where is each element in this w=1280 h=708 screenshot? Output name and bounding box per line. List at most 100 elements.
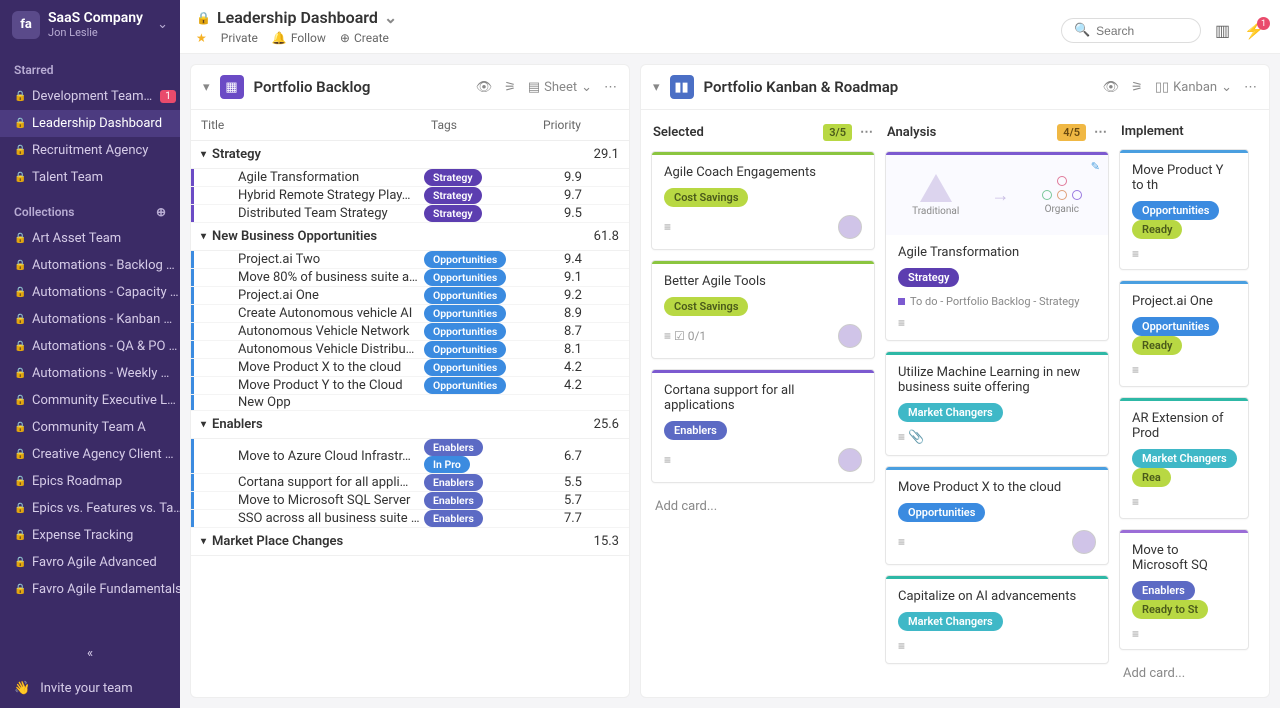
board-title[interactable]: Portfolio Kanban & Roadmap (704, 78, 1093, 96)
row-priority: 7.7 (524, 511, 594, 526)
sidebar-item-label: Automations - Weekly … (32, 366, 169, 381)
column-header[interactable]: Selected3/5⋯ (651, 120, 875, 151)
sidebar-item[interactable]: 🔒Expense Tracking (0, 522, 180, 549)
swimlane-header[interactable]: ▾Enablers25.6 (191, 411, 629, 439)
avatar[interactable] (838, 448, 862, 472)
chevron-down-icon[interactable]: ⌄ (384, 8, 397, 27)
column-header[interactable]: Implement (1119, 120, 1249, 149)
table-row[interactable]: Move to Microsoft SQL ServerEnablers5.7 (191, 492, 629, 510)
panel-icon[interactable]: ▥ (1215, 21, 1230, 40)
eye-icon[interactable]: 👁 (476, 80, 493, 95)
board-title[interactable]: Portfolio Backlog (254, 78, 466, 96)
sidebar-item[interactable]: 🔒Art Asset Team (0, 225, 180, 252)
kanban-card[interactable]: Agile Coach EngagementsCost Savings≡ (651, 151, 875, 250)
kanban-card[interactable]: Better Agile ToolsCost Savings≡ ☑ 0/1 (651, 260, 875, 359)
add-collection-icon[interactable]: ⊕ (156, 205, 166, 219)
search-input[interactable]: 🔍 (1061, 18, 1201, 43)
sidebar-item[interactable]: 🔒Favro Agile Advanced (0, 549, 180, 576)
kanban-card[interactable]: Cortana support for all applicationsEnab… (651, 369, 875, 483)
sidebar-item[interactable]: 🔒Automations - QA & PO … (0, 333, 180, 360)
table-row[interactable]: Hybrid Remote Strategy Play…Strategy9.7 (191, 187, 629, 205)
sidebar-item[interactable]: 🔒Epics Roadmap (0, 468, 180, 495)
edit-icon[interactable]: ✎ (1091, 160, 1100, 173)
kanban-card[interactable]: Capitalize on AI advancementsMarket Chan… (885, 575, 1109, 664)
sidebar-item[interactable]: 🔒Leadership Dashboard (0, 110, 180, 137)
filter-icon[interactable]: ⚞ (504, 80, 516, 95)
notifications-icon[interactable]: ⚡1 (1244, 21, 1264, 40)
table-row[interactable]: Project.ai TwoOpportunities9.4 (191, 251, 629, 269)
kanban-card[interactable]: Move Product X to the cloudOpportunities… (885, 466, 1109, 565)
kanban-card[interactable]: Move to Microsoft SQEnablers Ready to St… (1119, 529, 1249, 650)
avatar[interactable] (838, 324, 862, 348)
list-icon: ▦ (220, 75, 244, 99)
kanban-card[interactable]: Move Product Y to thOpportunities Ready≡ (1119, 149, 1249, 270)
kanban-card[interactable]: AR Extension of ProdMarket Changers Rea≡ (1119, 397, 1249, 518)
table-row[interactable]: Move to Azure Cloud Infrastr…Enablers In… (191, 439, 629, 474)
tag: Rea (1132, 468, 1171, 487)
add-card-button[interactable]: Add card... (1119, 660, 1249, 687)
row-title: Autonomous Vehicle Distribu… (194, 342, 424, 357)
swimlane-header[interactable]: ▾Strategy29.1 (191, 141, 629, 169)
create-button[interactable]: ⊕Create (340, 31, 389, 45)
page-title[interactable]: Leadership Dashboard (217, 8, 378, 27)
sidebar-item[interactable]: 🔒Community Team A (0, 414, 180, 441)
table-row[interactable]: Autonomous Vehicle NetworkOpportunities8… (191, 323, 629, 341)
col-priority[interactable]: Priority (521, 110, 591, 140)
sidebar-item[interactable]: 🔒Community Executive L… (0, 387, 180, 414)
star-icon[interactable]: ★ (196, 31, 207, 45)
sidebar-item[interactable]: 🔒Favro Agile Fundamentals (0, 576, 180, 603)
avatar[interactable] (838, 215, 862, 239)
chevron-down-icon: ▾ (201, 231, 206, 242)
table-row[interactable]: Agile TransformationStrategy9.9 (191, 169, 629, 187)
swimlane-header[interactable]: ▾Market Place Changes15.3 (191, 528, 629, 556)
row-priority: 8.9 (524, 306, 594, 321)
more-icon[interactable]: ⋯ (860, 125, 873, 140)
private-toggle[interactable]: Private (221, 31, 258, 45)
sidebar-item[interactable]: 🔒Automations - Backlog … (0, 252, 180, 279)
column-header[interactable]: Analysis4/5⋯ (885, 120, 1109, 151)
table-row[interactable]: Project.ai OneOpportunities9.2 (191, 287, 629, 305)
table-row[interactable]: Cortana support for all appli…Enablers5.… (191, 474, 629, 492)
sidebar-item[interactable]: 🔒Development Team…1 (0, 83, 180, 110)
col-tags[interactable]: Tags (421, 110, 521, 140)
collapse-board-icon[interactable]: ▾ (203, 80, 210, 95)
view-selector[interactable]: ▯▯ Kanban ⌄ (1155, 80, 1232, 95)
sidebar-item[interactable]: 🔒Automations - Capacity … (0, 279, 180, 306)
kanban-card[interactable]: Utilize Machine Learning in new business… (885, 351, 1109, 456)
filter-icon[interactable]: ⚞ (1131, 80, 1143, 95)
invite-team[interactable]: 👋 Invite your team (0, 669, 180, 708)
org-switcher[interactable]: fa SaaS Company Jon Leslie ⌄ (0, 0, 180, 49)
sidebar-item[interactable]: 🔒Automations - Kanban … (0, 306, 180, 333)
card-title: Agile Transformation (898, 245, 1096, 260)
table-row[interactable]: SSO across all business suite …Enablers7… (191, 510, 629, 528)
kanban-card[interactable]: ✎Traditional→OrganicAgile Transformation… (885, 151, 1109, 341)
table-row[interactable]: Create Autonomous vehicle AIOpportunitie… (191, 305, 629, 323)
table-row[interactable]: Move Product Y to the CloudOpportunities… (191, 377, 629, 395)
kanban-card[interactable]: Project.ai OneOpportunities Ready≡ (1119, 280, 1249, 387)
portfolio-backlog-board: ▾ ▦ Portfolio Backlog 👁 ⚞ ▤ Sheet ⌄ ⋯ Ti… (190, 64, 630, 698)
eye-icon[interactable]: 👁 (1103, 80, 1120, 95)
more-icon[interactable]: ⋯ (1094, 125, 1107, 140)
col-title[interactable]: Title (191, 110, 421, 140)
table-row[interactable]: Move 80% of business suite a…Opportuniti… (191, 269, 629, 287)
follow-button[interactable]: 🔔Follow (272, 31, 326, 45)
sidebar-item[interactable]: 🔒Talent Team (0, 164, 180, 191)
more-icon[interactable]: ⋯ (1244, 80, 1257, 95)
table-row[interactable]: Move Product X to the cloudOpportunities… (191, 359, 629, 377)
sidebar-item[interactable]: 🔒Creative Agency Client … (0, 441, 180, 468)
search-icon: 🔍 (1074, 23, 1090, 38)
swimlane-header[interactable]: ▾New Business Opportunities61.8 (191, 223, 629, 251)
table-row[interactable]: New Opp (191, 395, 629, 411)
card-title: Cortana support for all applications (664, 383, 862, 413)
add-card-button[interactable]: Add card... (651, 493, 875, 520)
sidebar-item[interactable]: 🔒Recruitment Agency (0, 137, 180, 164)
sidebar-item[interactable]: 🔒Automations - Weekly … (0, 360, 180, 387)
view-selector[interactable]: ▤ Sheet ⌄ (528, 80, 592, 95)
sidebar-item[interactable]: 🔒Epics vs. Features vs. Ta… (0, 495, 180, 522)
table-row[interactable]: Distributed Team StrategyStrategy9.5 (191, 205, 629, 223)
collapse-board-icon[interactable]: ▾ (653, 80, 660, 95)
collapse-sidebar-icon[interactable]: « (0, 638, 180, 669)
more-icon[interactable]: ⋯ (604, 80, 617, 95)
avatar[interactable] (1072, 530, 1096, 554)
table-row[interactable]: Autonomous Vehicle Distribu…Opportunitie… (191, 341, 629, 359)
